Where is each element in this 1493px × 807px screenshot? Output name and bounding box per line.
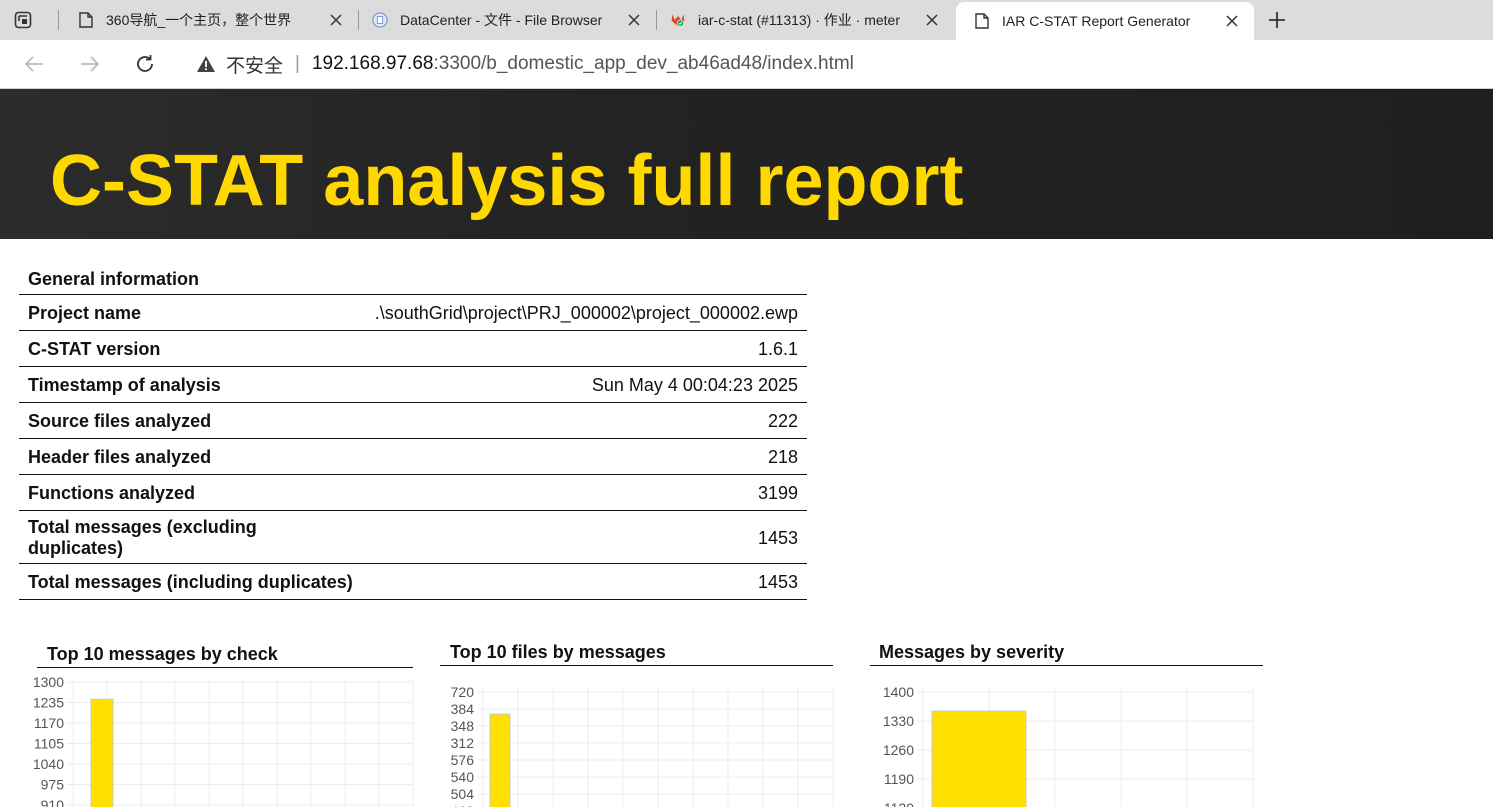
info-key: C-STAT version [19, 330, 366, 367]
y-tick-label: 576 [451, 752, 475, 768]
close-icon[interactable] [326, 10, 346, 30]
y-tick-label: 468 [451, 803, 475, 807]
table-row: C-STAT version 1.6.1 [19, 330, 807, 367]
y-tick-label: 1170 [34, 715, 64, 731]
table-row: Functions analyzed 3199 [19, 474, 807, 511]
reload-icon[interactable] [133, 52, 157, 76]
y-tick-label: 312 [451, 735, 475, 751]
address-bar[interactable]: 不安全 | 192.168.97.68 :3300/b_domestic_app… [180, 44, 1493, 84]
chart-title-rule [440, 665, 833, 666]
table-row: Project name .\southGrid\project\PRJ_0000… [19, 294, 807, 331]
chart-bar [931, 710, 1027, 807]
info-value: 1453 [365, 563, 807, 600]
info-value: 1453 [365, 510, 807, 564]
page-icon [78, 12, 94, 28]
forward-arrow-icon[interactable] [78, 52, 102, 76]
info-value: 222 [365, 402, 807, 439]
y-tick-label: 1300 [33, 674, 64, 690]
general-info-table: General information Project name .\southG… [19, 262, 807, 600]
url-host: 192.168.97.68 [311, 53, 434, 74]
close-icon[interactable] [624, 10, 644, 30]
info-value: Sun May 4 00:04:23 2025 [365, 366, 807, 403]
close-icon[interactable] [922, 10, 942, 30]
browser-toolbar: 不安全 | 192.168.97.68 :3300/b_domestic_app… [0, 40, 1493, 89]
info-value: .\southGrid\project\PRJ_000002\project_0… [365, 294, 807, 331]
tab-title: iar-c-stat (#11313) · 作业 · meter [698, 12, 901, 28]
info-value: 3199 [365, 474, 807, 511]
tab-actions-icon[interactable] [12, 9, 34, 31]
info-key: Timestamp of analysis [19, 366, 366, 403]
chart-by-check: 1300 1235 1170 1105 1040 975 910 [33, 674, 414, 807]
chart-title-files-by-messages: Top 10 files by messages [450, 642, 666, 662]
security-label: 不安全 [226, 55, 284, 77]
y-tick-label: 1330 [883, 713, 914, 729]
general-info-heading: General information [19, 262, 807, 295]
y-tick-label: 910 [41, 797, 65, 807]
tab-360[interactable]: 360导航_一个主页，整个世界 [60, 0, 358, 40]
y-tick-label: 1190 [884, 771, 914, 787]
y-tick-label: 720 [451, 684, 475, 700]
info-value: 218 [365, 438, 807, 475]
tab-strip: 360导航_一个主页，整个世界 DataCenter - 文件 - File B… [0, 0, 1493, 40]
y-tick-label: 348 [451, 718, 475, 734]
warning-icon[interactable] [196, 53, 218, 75]
tab-title: IAR C-STAT Report Generator [1002, 13, 1191, 29]
report-banner: C-STAT analysis full report [0, 89, 1493, 239]
info-value: 1.6.1 [365, 330, 807, 367]
y-tick-label: 1400 [883, 684, 914, 700]
y-tick-label: 1235 [33, 695, 64, 711]
filebrowser-icon [372, 12, 388, 28]
tab-title: 360导航_一个主页，整个世界 [106, 12, 292, 28]
info-key: Total messages (including duplicates) [19, 563, 366, 600]
chart-by-severity: 1400 1330 1260 1190 1120 [883, 684, 1254, 807]
table-row: Total messages (including duplicates) 145… [19, 563, 807, 600]
info-key: Project name [19, 294, 366, 331]
page-icon [974, 13, 990, 29]
gitlab-pipeline-icon [670, 12, 686, 28]
tab-title: DataCenter - 文件 - File Browser [400, 12, 603, 28]
close-icon[interactable] [1222, 11, 1242, 31]
y-tick-label: 384 [451, 701, 475, 717]
tab-iar-c-stat-job[interactable]: iar-c-stat (#11313) · 作业 · meter [652, 0, 954, 40]
page-title: C-STAT analysis full report [50, 141, 964, 221]
url-path: :3300/b_domestic_app_dev_ab46ad48/index.… [433, 53, 854, 74]
y-tick-label: 540 [451, 769, 475, 785]
new-tab-plus-icon[interactable] [1265, 8, 1289, 32]
y-tick-label: 1105 [34, 736, 64, 752]
table-row: Total messages (excluding duplicates) 145… [19, 510, 807, 564]
info-key: Header files analyzed [19, 438, 366, 475]
chart-title-rule [870, 665, 1263, 666]
y-tick-label: 1120 [884, 800, 914, 807]
y-tick-label: 504 [451, 786, 475, 802]
chart-title-by-check: Top 10 messages by check [47, 644, 278, 664]
chart-bar [489, 713, 511, 807]
tab-iar-report[interactable]: IAR C-STAT Report Generator [956, 2, 1254, 40]
table-row: Header files analyzed 218 [19, 438, 807, 475]
y-tick-label: 975 [41, 777, 65, 793]
tab-datacenter[interactable]: DataCenter - 文件 - File Browser [354, 0, 656, 40]
chart-title-by-severity: Messages by severity [879, 642, 1065, 662]
chart-files-by-messages: 720384348312576540504468 [451, 684, 834, 807]
table-row: Timestamp of analysis Sun May 4 00:04:23 … [19, 366, 807, 403]
y-tick-label: 1260 [883, 742, 914, 758]
chart-title-rule [37, 667, 413, 668]
table-row: Source files analyzed 222 [19, 402, 807, 439]
info-key: Total messages (excluding duplicates) [19, 510, 366, 564]
y-tick-label: 1040 [33, 756, 64, 772]
chart-bar [90, 698, 114, 807]
info-key: Source files analyzed [19, 402, 366, 439]
back-arrow-icon[interactable] [22, 52, 46, 76]
tab-separator [58, 10, 59, 30]
address-divider: | [295, 53, 300, 74]
info-key: Functions analyzed [19, 474, 366, 511]
